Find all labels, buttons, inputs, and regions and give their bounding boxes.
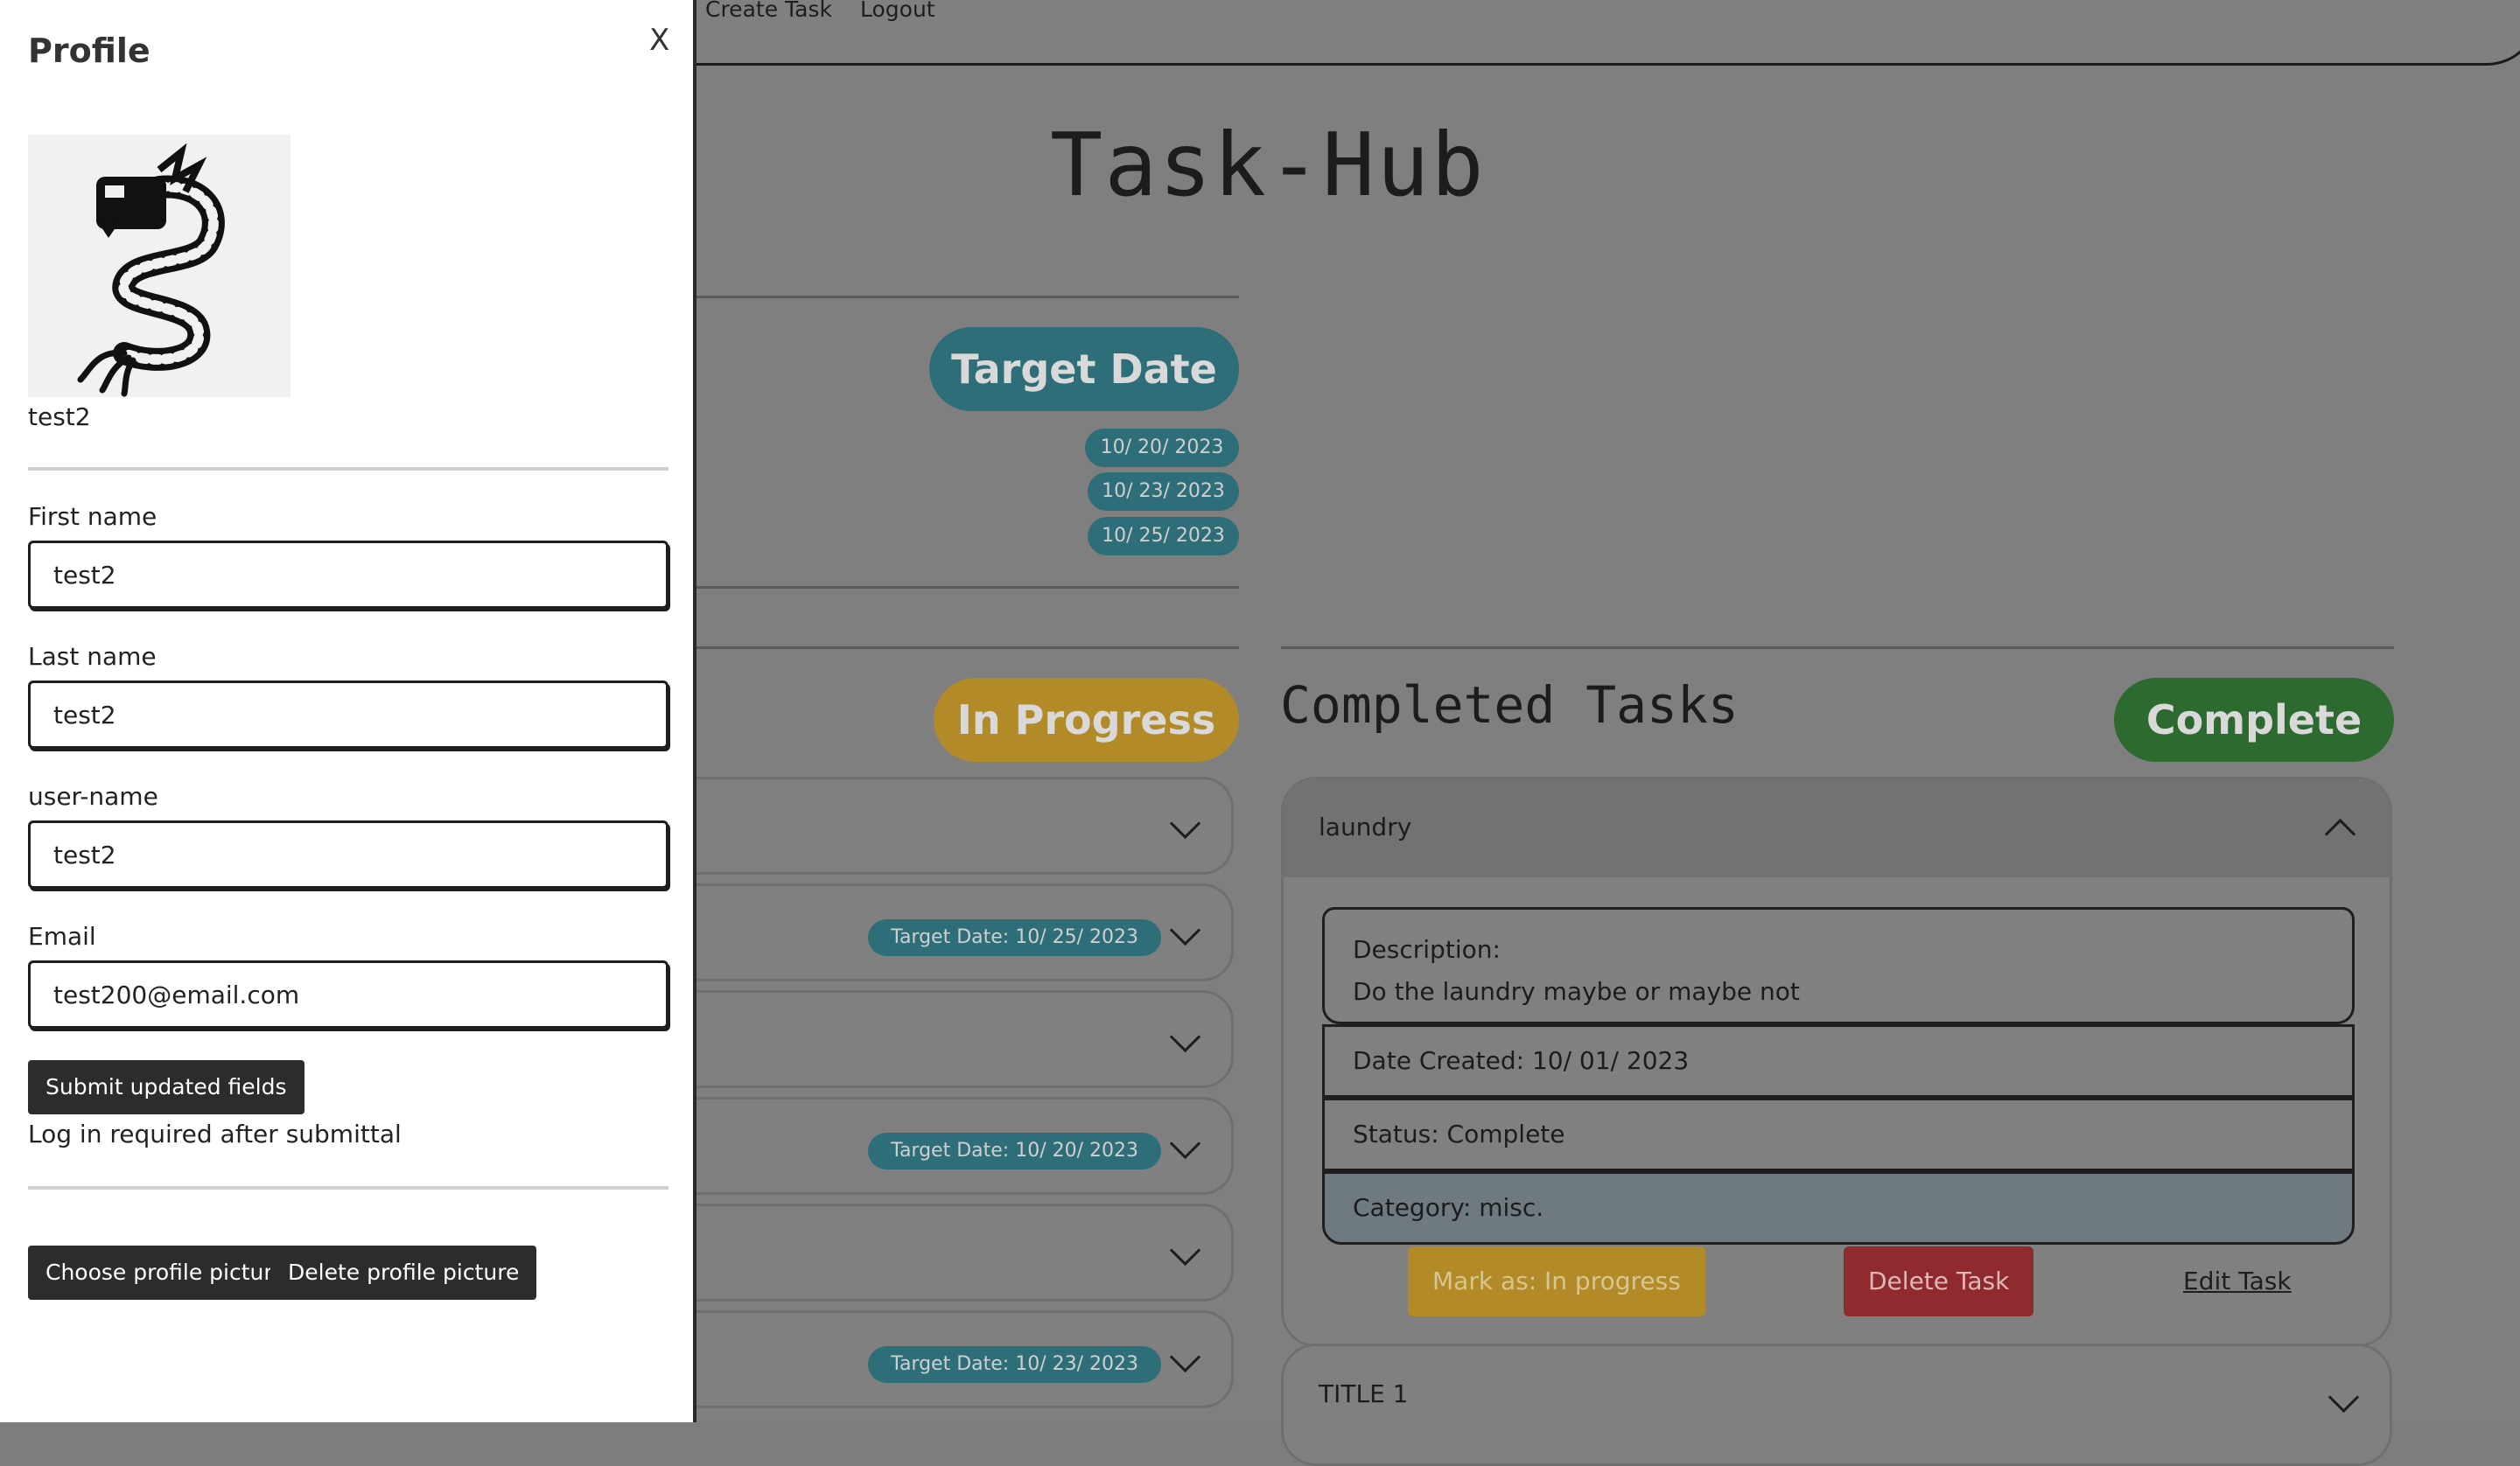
target-date-badge: 10/ 25/ 2023 [1088, 517, 1239, 555]
chevron-down-icon[interactable] [1169, 914, 1201, 946]
section-divider [1281, 646, 2394, 649]
description-label: Description: [1353, 935, 1501, 964]
completed-task-card[interactable]: TITLE 1 [1281, 1344, 2392, 1466]
task-description-box: Description: Do the laundry maybe or may… [1322, 907, 2355, 1024]
profile-panel: Profile X test2 First name Last name use… [0, 0, 696, 1422]
in-progress-pill: In Progress [934, 678, 1239, 762]
avatar [28, 135, 290, 397]
login-required-note: Log in required after submittal [28, 1120, 402, 1148]
task-date-created: Date Created: 10/ 01/ 2023 [1322, 1024, 2355, 1098]
target-date-pill: Target Date [929, 327, 1239, 411]
email-label: Email [28, 922, 96, 951]
section-divider [696, 646, 1239, 649]
chevron-up-icon[interactable] [2324, 818, 2356, 850]
section-divider [696, 296, 1239, 298]
submit-updated-fields-button[interactable]: Submit updated fields [28, 1060, 304, 1114]
nav-logout-link[interactable]: Logout [860, 0, 935, 22]
completed-task-card: laundry Description: Do the laundry mayb… [1281, 777, 2392, 1347]
task-target-date-badge: Target Date: 10/ 20/ 2023 [868, 1133, 1161, 1169]
user-name-field[interactable] [28, 820, 668, 889]
top-navbar: Create Task Logout [612, 0, 2520, 66]
choose-profile-picture-button[interactable]: Choose profile picture [28, 1246, 304, 1300]
dragon-icon [77, 143, 225, 397]
complete-pill: Complete [2114, 678, 2394, 762]
first-name-label: First name [28, 502, 158, 531]
task-accordion-header[interactable]: laundry [1284, 779, 2390, 877]
chevron-down-icon[interactable] [1169, 807, 1201, 840]
divider [28, 467, 668, 471]
description-text: Do the laundry maybe or maybe not [1353, 977, 1800, 1006]
close-icon[interactable]: X [649, 23, 669, 58]
task-target-date-badge: Target Date: 10/ 25/ 2023 [868, 919, 1161, 956]
chevron-down-icon[interactable] [1169, 1127, 1201, 1160]
task-category: Category: misc. [1322, 1171, 2355, 1245]
target-date-badge: 10/ 23/ 2023 [1088, 472, 1239, 511]
username-caption: test2 [28, 402, 91, 431]
chevron-down-icon[interactable] [1169, 1021, 1201, 1053]
edit-task-link[interactable]: Edit Task [2159, 1246, 2316, 1316]
target-date-badge: 10/ 20/ 2023 [1085, 429, 1239, 467]
profile-title: Profile [28, 31, 150, 70]
chevron-down-icon[interactable] [1169, 1341, 1201, 1373]
divider [28, 1186, 668, 1190]
mark-in-progress-button[interactable]: Mark as: In progress [1408, 1246, 1705, 1316]
first-name-field[interactable] [28, 541, 668, 609]
completed-tasks-heading: Completed Tasks [1280, 675, 1739, 735]
chevron-down-icon[interactable] [2328, 1381, 2360, 1414]
chevron-down-icon[interactable] [1169, 1234, 1201, 1267]
nav-create-task-link[interactable]: Create Task [705, 0, 832, 22]
last-name-label: Last name [28, 642, 157, 671]
user-name-label: user-name [28, 782, 158, 811]
task-status: Status: Complete [1322, 1098, 2355, 1171]
delete-task-button[interactable]: Delete Task [1844, 1246, 2034, 1316]
last-name-field[interactable] [28, 681, 668, 749]
task-title: TITLE 1 [1319, 1379, 1409, 1408]
section-divider [696, 586, 1239, 589]
delete-profile-picture-button[interactable]: Delete profile picture [270, 1246, 537, 1300]
app-title: Task-Hub [1050, 114, 1486, 216]
email-field[interactable] [28, 960, 668, 1029]
task-target-date-badge: Target Date: 10/ 23/ 2023 [868, 1346, 1161, 1383]
task-title: laundry [1319, 813, 1412, 841]
